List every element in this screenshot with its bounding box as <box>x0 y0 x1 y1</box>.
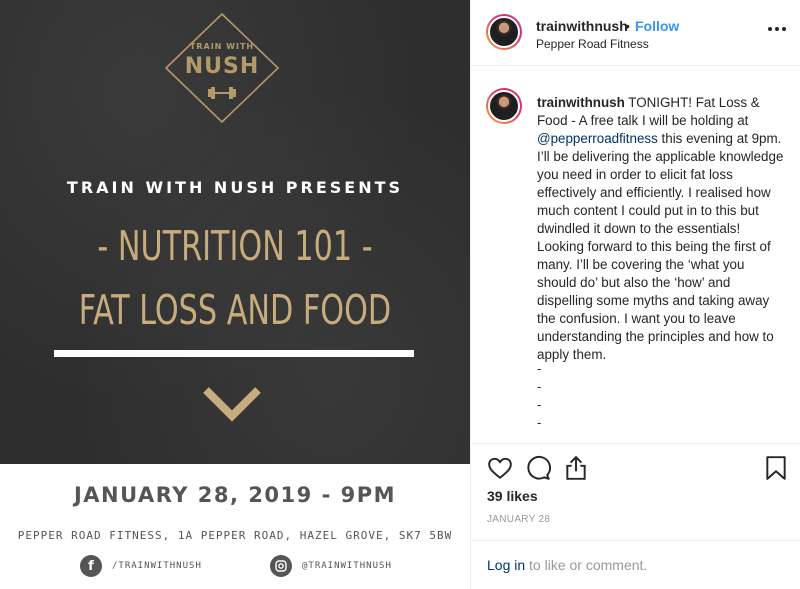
bookmark-icon[interactable] <box>763 455 789 481</box>
caption-dashes: - - - - <box>537 360 541 432</box>
post-sidebar: trainwithnush • Follow Pepper Road Fitne… <box>470 0 800 589</box>
headline-nutrition: - NUTRITION 101 - <box>97 222 373 270</box>
post-date[interactable]: JANUARY 28 <box>487 514 550 525</box>
share-icon[interactable] <box>563 455 589 481</box>
comment-icon[interactable] <box>525 455 551 481</box>
login-link[interactable]: Log in <box>487 557 525 573</box>
post-image[interactable]: TRAIN WITH NUSH TRAIN WITH NUSH PRESENTS… <box>0 0 470 589</box>
train-with-nush-logo: TRAIN WITH NUSH <box>164 12 280 124</box>
follow-button[interactable]: Follow <box>635 18 679 34</box>
event-address: PEPPER ROAD FITNESS, 1A PEPPER ROAD, HAZ… <box>17 529 453 542</box>
facebook-icon: f <box>80 555 102 577</box>
login-prompt-text: to like or comment. <box>529 557 648 573</box>
location-link[interactable]: Pepper Road Fitness <box>536 37 649 51</box>
logo-top-text: TRAIN WITH <box>189 42 255 51</box>
more-options-icon[interactable] <box>767 26 787 32</box>
facebook-link: f /TRAINWITHNUSH <box>80 555 202 577</box>
event-date: JANUARY 28, 2019 - 9PM <box>73 483 397 507</box>
logo-main-text: NUSH <box>184 54 260 79</box>
dash-line: - <box>537 361 542 376</box>
separator-dot: • <box>625 18 630 34</box>
mention-link[interactable]: @pepperroadfitness <box>537 131 658 146</box>
avatar[interactable] <box>486 14 522 50</box>
login-prompt: Log in to like or comment. <box>487 557 647 573</box>
caption-section: trainwithnush TONIGHT! Fat Loss & Food -… <box>471 66 800 444</box>
dash-line: - <box>537 379 542 394</box>
presents-line: TRAIN WITH NUSH PRESENTS <box>66 178 404 197</box>
caption-avatar[interactable] <box>486 88 522 124</box>
headline-fat-loss: FAT LOSS AND FOOD <box>78 286 392 334</box>
instagram-handle: @TRAINWITHNUSH <box>302 561 392 571</box>
dash-line: - <box>537 415 542 430</box>
likes-count[interactable]: 39 likes <box>487 488 538 504</box>
action-bar <box>487 455 787 481</box>
instagram-icon <box>270 555 292 577</box>
facebook-handle: /TRAINWITHNUSH <box>112 561 202 571</box>
caption-username[interactable]: trainwithnush <box>537 95 625 110</box>
caption-text: trainwithnush TONIGHT! Fat Loss & Food -… <box>537 94 787 364</box>
post-header: trainwithnush • Follow Pepper Road Fitne… <box>471 0 800 66</box>
dumbbell-icon <box>208 87 236 99</box>
heart-icon[interactable] <box>487 455 513 481</box>
instagram-link: @TRAINWITHNUSH <box>270 555 392 577</box>
header-username[interactable]: trainwithnush <box>536 18 628 34</box>
chevron-down-icon <box>203 387 261 422</box>
dash-line: - <box>537 397 542 412</box>
divider-bar <box>54 350 414 357</box>
caption-text-part-2: this evening at 9pm. I’ll be delivering … <box>537 131 784 362</box>
